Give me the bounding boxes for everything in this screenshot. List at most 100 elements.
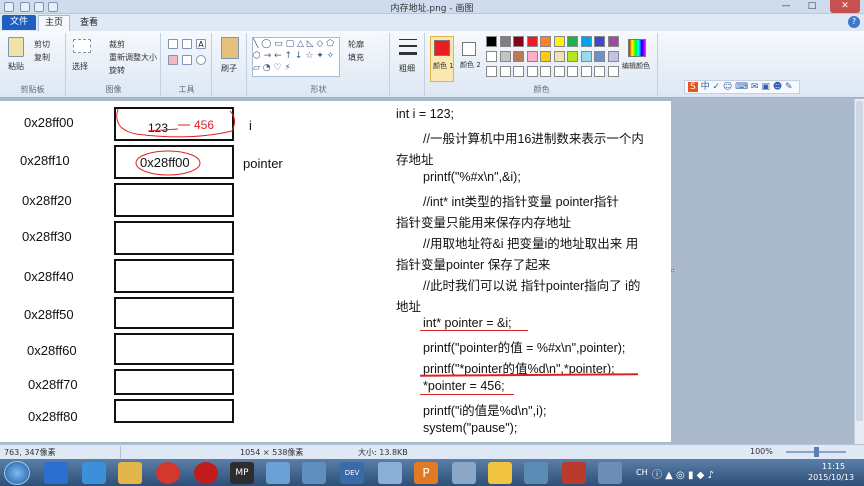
- edit-colors-icon[interactable]: [628, 39, 646, 57]
- devcpp-icon[interactable]: DEV: [340, 462, 364, 484]
- calculator-icon[interactable]: [452, 462, 476, 484]
- outline-button[interactable]: 轮廓: [348, 39, 364, 50]
- close-button[interactable]: ✕: [830, 0, 860, 13]
- eraser-icon[interactable]: [168, 55, 178, 65]
- cut-button[interactable]: 剪切: [34, 39, 50, 50]
- help-icon[interactable]: ?: [848, 16, 860, 28]
- palette-swatch[interactable]: [607, 66, 619, 77]
- palette-swatch[interactable]: [553, 36, 565, 47]
- rotate-button[interactable]: 旋转: [109, 65, 125, 76]
- window-icon[interactable]: [302, 462, 326, 484]
- palette-swatch[interactable]: [513, 36, 524, 47]
- copy-button[interactable]: 复制: [34, 52, 50, 63]
- palette-swatch[interactable]: [540, 51, 551, 62]
- clock-time[interactable]: 11:15: [822, 462, 845, 471]
- code-line: system("pause");: [423, 421, 518, 435]
- clock-date[interactable]: 2015/10/13: [808, 473, 854, 482]
- color-picker-icon[interactable]: [182, 55, 192, 65]
- folder-icon[interactable]: [118, 462, 142, 484]
- palette-swatch[interactable]: [499, 51, 511, 62]
- select-button[interactable]: 选择: [72, 61, 88, 72]
- palette-swatch[interactable]: [594, 51, 605, 62]
- palette-swatch[interactable]: [607, 36, 619, 47]
- palette-swatch[interactable]: [594, 66, 605, 77]
- resize-button[interactable]: 重新调整大小: [109, 52, 157, 63]
- palette-swatch[interactable]: [526, 51, 538, 62]
- scrollbar-thumb[interactable]: [856, 101, 863, 421]
- ie-icon[interactable]: [82, 462, 106, 484]
- palette-swatch[interactable]: [567, 66, 578, 77]
- palette-swatch[interactable]: [567, 51, 578, 62]
- color2-swatch: [462, 42, 476, 56]
- palette-swatch[interactable]: [486, 66, 497, 77]
- magnifier-icon[interactable]: [196, 55, 206, 65]
- fill-button[interactable]: 填充: [348, 52, 364, 63]
- palette-swatch[interactable]: [540, 66, 551, 77]
- palette-swatch[interactable]: [594, 36, 605, 47]
- palette-swatch[interactable]: [513, 66, 524, 77]
- mp-icon[interactable]: MP: [230, 462, 254, 484]
- code-line: int* pointer = &i;: [423, 316, 512, 330]
- settings-icon[interactable]: [598, 462, 622, 484]
- tray-icons[interactable]: ⓘ ▲ ◎ ▮ ◆ ♪: [652, 466, 714, 481]
- explorer-icon[interactable]: [44, 462, 68, 484]
- brushes-button[interactable]: 刷子: [221, 63, 237, 74]
- palette-swatch[interactable]: [580, 51, 592, 62]
- select-icon[interactable]: [73, 39, 91, 53]
- color1-button[interactable]: 颜色 1: [430, 36, 454, 82]
- size-button[interactable]: 粗细: [399, 63, 415, 74]
- tab-view[interactable]: 查看: [74, 16, 104, 30]
- palette-swatch[interactable]: [486, 36, 497, 47]
- minimize-button[interactable]: —: [774, 0, 798, 13]
- chat-icon[interactable]: [488, 462, 512, 484]
- tab-home[interactable]: 主页: [38, 15, 70, 31]
- document-icon[interactable]: [378, 462, 402, 484]
- chrome-icon[interactable]: [156, 462, 180, 484]
- palette-swatch[interactable]: [499, 66, 511, 77]
- toolbox-icon[interactable]: [562, 462, 586, 484]
- shapes-gallery[interactable]: ╲ ◯ ▭ ▢ △ ◺ ◇ ⬠ ⬡ → ← ↑ ↓ ☆ ✦ ✧ ▱ ◔ ♡ ⚡: [252, 37, 340, 77]
- ime-toolbar[interactable]: S 中 ✓ ☺ ⌨ ✉ ▣ ☻ ✎: [684, 80, 800, 94]
- drawing-canvas[interactable]: 0x28ff00 0x28ff10 0x28ff20 0x28ff30 0x28…: [0, 101, 671, 442]
- code-line: int i = 123;: [396, 107, 455, 121]
- palette-swatch[interactable]: [553, 66, 565, 77]
- palette-swatch[interactable]: [540, 36, 551, 47]
- window-title: 内存地址.png - 画图: [390, 4, 474, 14]
- palette-swatch[interactable]: [513, 51, 524, 62]
- palette-swatch[interactable]: [580, 36, 592, 47]
- brush-icon[interactable]: [221, 37, 239, 59]
- vertical-scrollbar[interactable]: [854, 99, 864, 444]
- palette-swatch[interactable]: [499, 36, 511, 47]
- palette-swatch[interactable]: [526, 36, 538, 47]
- palette-swatch[interactable]: [553, 51, 565, 62]
- size-group: 粗细: [391, 33, 425, 96]
- fill-icon[interactable]: [182, 39, 192, 49]
- underline-annotation: [420, 330, 528, 331]
- start-button[interactable]: [4, 461, 30, 485]
- text-icon[interactable]: A: [196, 39, 206, 49]
- palette-swatch[interactable]: [526, 66, 538, 77]
- network-app-icon[interactable]: [524, 462, 548, 484]
- paint-icon[interactable]: [266, 462, 290, 484]
- underline-annotation: [420, 394, 514, 395]
- palette-swatch[interactable]: [607, 51, 619, 62]
- zoom-slider[interactable]: [786, 447, 846, 457]
- pencil-icon[interactable]: [168, 39, 178, 49]
- maximize-button[interactable]: □: [800, 0, 824, 13]
- palette-swatch[interactable]: [580, 66, 592, 77]
- palette-swatch[interactable]: [486, 51, 497, 62]
- paste-icon[interactable]: [8, 37, 24, 57]
- canvas-resize-handle[interactable]: [671, 269, 674, 272]
- paste-button[interactable]: 粘贴: [8, 61, 24, 72]
- palette-swatch[interactable]: [567, 36, 578, 47]
- tab-file[interactable]: 文件: [2, 15, 36, 30]
- tools-group: A 工具: [162, 33, 212, 96]
- color2-button[interactable]: 颜色 2: [458, 36, 482, 82]
- image-group: 选择 裁剪 重新调整大小 旋转 图像: [67, 33, 161, 96]
- language-indicator[interactable]: CH: [636, 468, 648, 477]
- p-app-icon[interactable]: P: [414, 462, 438, 484]
- edit-colors-button[interactable]: 编辑颜色: [622, 61, 650, 71]
- crop-button[interactable]: 裁剪: [109, 39, 125, 50]
- color-palette[interactable]: [486, 36, 622, 82]
- app-icon[interactable]: [194, 462, 218, 484]
